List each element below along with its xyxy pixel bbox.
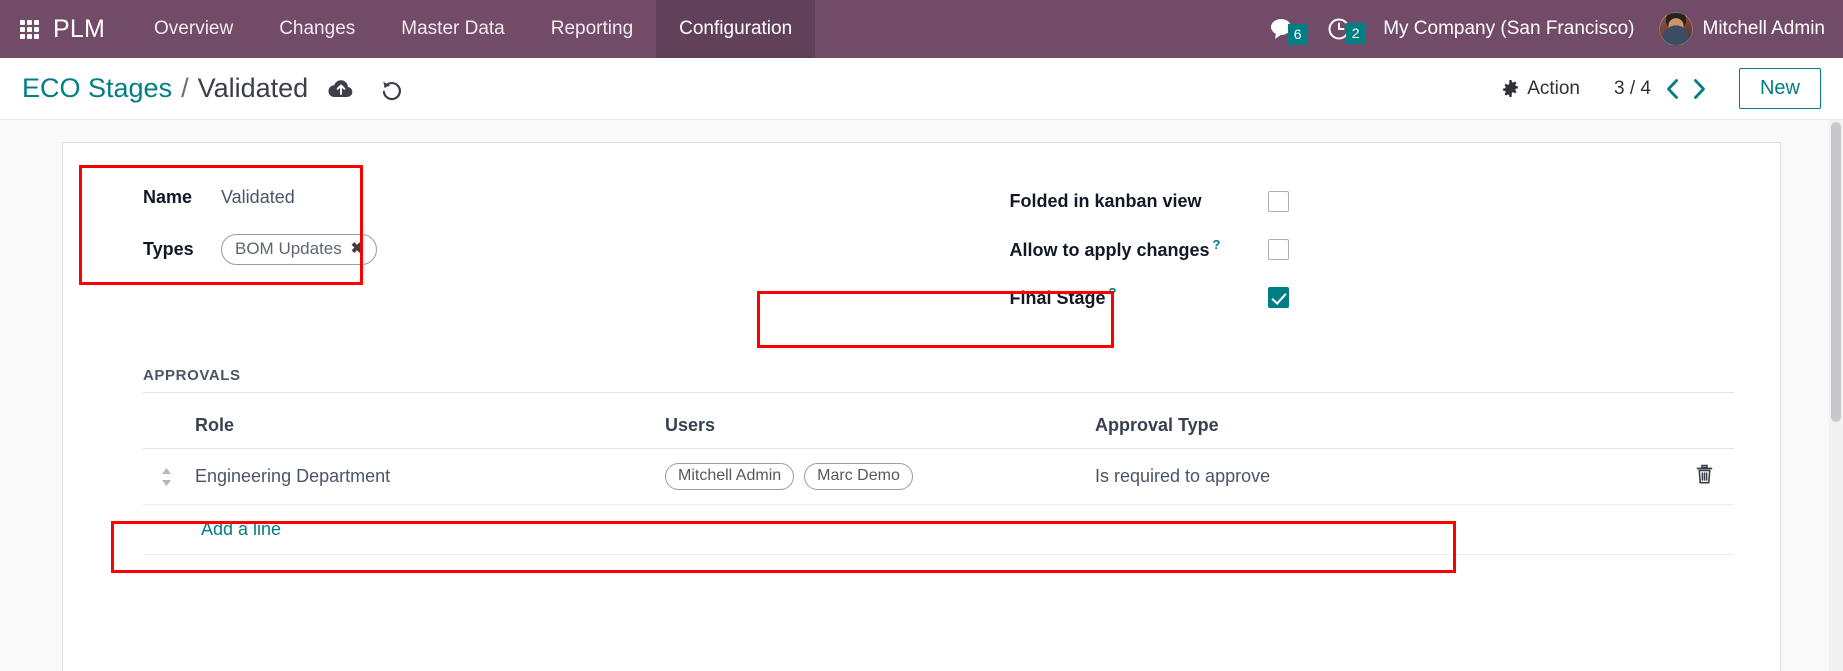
chevron-right-icon (1694, 78, 1705, 99)
approvals-table: Role Users Approval Type Engineering Dep… (143, 405, 1734, 555)
approvals-section: APPROVALS Role Users Approval Type Engin… (109, 367, 1734, 555)
final-stage-label: Final Stage? (1010, 285, 1268, 309)
approvals-header-users[interactable]: Users (659, 405, 1089, 449)
form-sheet: Name Validated Types BOM Updates ✖ Folde… (62, 142, 1781, 671)
name-field-label: Name (143, 186, 193, 207)
control-panel: ECO Stages / Validated Action 3 / 4 New (0, 58, 1843, 120)
field-row-final-stage: Final Stage? (1010, 273, 1735, 321)
final-stage-help-icon[interactable]: ? (1109, 285, 1117, 300)
allow-apply-changes-label: Allow to apply changes? (1010, 237, 1268, 261)
add-line-cell: Add a line (189, 504, 1734, 555)
pager-arrows (1665, 78, 1707, 100)
record-pager: 3 / 4 (1614, 78, 1707, 100)
undo-discard-icon (382, 81, 402, 100)
add-line-handle-cell (143, 504, 189, 555)
row-approval-type-cell[interactable]: Is required to approve (1089, 448, 1674, 505)
row-role-cell[interactable]: Engineering Department (189, 448, 659, 505)
activities-badge: 2 (1346, 23, 1366, 44)
sort-updown-icon (161, 467, 171, 486)
trash-can-icon (1696, 464, 1712, 483)
top-navbar: PLM Overview Changes Master Data Reporti… (0, 0, 1843, 58)
nav-item-overview[interactable]: Overview (131, 0, 256, 58)
approvals-section-title: APPROVALS (143, 367, 1734, 393)
field-row-folded-in-kanban: Folded in kanban view (1010, 177, 1735, 225)
save-record-button[interactable] (328, 78, 354, 100)
avatar (1658, 12, 1693, 46)
content-area: Name Validated Types BOM Updates ✖ Folde… (0, 120, 1843, 671)
add-line-row: Add a line (143, 504, 1734, 555)
pager-count-label: 3 / 4 (1614, 77, 1651, 99)
control-panel-right-group: Action 3 / 4 New (1489, 68, 1821, 109)
app-brand-plm[interactable]: PLM (53, 0, 131, 58)
types-field-label: Types (143, 238, 194, 259)
tag-remove-icon[interactable]: ✖ (351, 241, 364, 256)
messages-button[interactable]: 6 (1253, 17, 1311, 45)
apps-menu-button[interactable] (0, 0, 53, 58)
add-a-line-link[interactable]: Add a line (195, 505, 287, 554)
row-drag-cell (143, 448, 189, 505)
discard-changes-button[interactable] (380, 77, 404, 101)
scrollbar-thumb[interactable] (1831, 122, 1841, 422)
navbar-right-group: 6 2 My Company (San Francisco) Mitchell … (1253, 0, 1843, 58)
messages-badge: 6 (1288, 24, 1308, 45)
nav-item-configuration[interactable]: Configuration (656, 0, 816, 58)
table-row[interactable]: Engineering Department Mitchell Admin Ma… (143, 448, 1734, 505)
company-switcher[interactable]: My Company (San Francisco) (1369, 18, 1648, 40)
row-users-cell[interactable]: Mitchell Admin Marc Demo (659, 448, 1089, 505)
nav-item-master-data[interactable]: Master Data (378, 0, 527, 58)
breadcrumb-separator: / (181, 73, 189, 103)
new-record-button[interactable]: New (1738, 68, 1821, 109)
record-dirty-actions (328, 77, 404, 101)
trash-icon[interactable] (1695, 464, 1714, 485)
form-fields-grid: Name Validated Types BOM Updates ✖ Folde… (109, 177, 1734, 321)
approvals-header-row: Role Users Approval Type (143, 405, 1734, 449)
field-row-name: Name Validated (143, 177, 922, 217)
approvals-header-approval-type[interactable]: Approval Type (1089, 405, 1674, 449)
approvals-table-head: Role Users Approval Type (143, 405, 1734, 449)
final-stage-checkbox[interactable] (1267, 286, 1289, 308)
final-stage-text: Final Stage (1009, 288, 1106, 308)
chevron-left-icon (1667, 78, 1678, 99)
user-tag-mitchell-admin[interactable]: Mitchell Admin (665, 463, 795, 490)
types-tag-bom-updates[interactable]: BOM Updates ✖ (221, 233, 378, 265)
nav-item-reporting[interactable]: Reporting (528, 0, 656, 58)
gear-icon (1503, 79, 1519, 98)
allow-apply-changes-help-icon[interactable]: ? (1213, 237, 1221, 252)
pager-next-button[interactable] (1692, 78, 1707, 100)
breadcrumb: ECO Stages / Validated (22, 73, 308, 104)
approvals-header-handle (143, 405, 189, 449)
user-tag-marc-demo[interactable]: Marc Demo (804, 463, 913, 490)
user-menu[interactable]: Mitchell Admin (1649, 12, 1826, 46)
approvals-table-body: Engineering Department Mitchell Admin Ma… (143, 448, 1734, 555)
breadcrumb-parent-eco-stages[interactable]: ECO Stages (22, 73, 172, 104)
pager-previous-button[interactable] (1665, 78, 1680, 100)
allow-apply-changes-checkbox[interactable] (1267, 238, 1289, 260)
folded-in-kanban-label: Folded in kanban view (1009, 190, 1202, 211)
row-delete-cell (1674, 448, 1734, 505)
navbar-spacer (815, 0, 1253, 58)
activities-button[interactable]: 2 (1311, 16, 1369, 44)
folded-in-kanban-checkbox[interactable] (1267, 190, 1289, 212)
types-tag-label: BOM Updates (235, 238, 342, 258)
field-row-types: Types BOM Updates ✖ (143, 229, 922, 269)
allow-apply-changes-text: Allow to apply changes (1009, 240, 1210, 260)
user-name-label: Mitchell Admin (1702, 18, 1826, 39)
cloud-upload-save-icon (328, 79, 353, 97)
approvals-header-role[interactable]: Role (189, 405, 659, 449)
drag-handle-icon[interactable] (149, 466, 183, 488)
vertical-scrollbar[interactable] (1829, 120, 1843, 671)
approvals-header-actions (1674, 405, 1734, 449)
form-column-right: Folded in kanban view Allow to apply cha… (922, 177, 1735, 321)
navbar-left-group: PLM Overview Changes Master Data Reporti… (0, 0, 816, 58)
nav-item-changes[interactable]: Changes (256, 0, 378, 58)
breadcrumb-current-record: Validated (197, 73, 309, 103)
action-menu-label: Action (1527, 77, 1580, 99)
form-column-left: Name Validated Types BOM Updates ✖ (109, 177, 922, 321)
action-menu-button[interactable]: Action (1489, 72, 1592, 106)
name-field-value[interactable]: Validated (221, 187, 295, 208)
field-row-allow-apply-changes: Allow to apply changes? (1010, 225, 1735, 273)
apps-grid-icon (20, 19, 39, 39)
